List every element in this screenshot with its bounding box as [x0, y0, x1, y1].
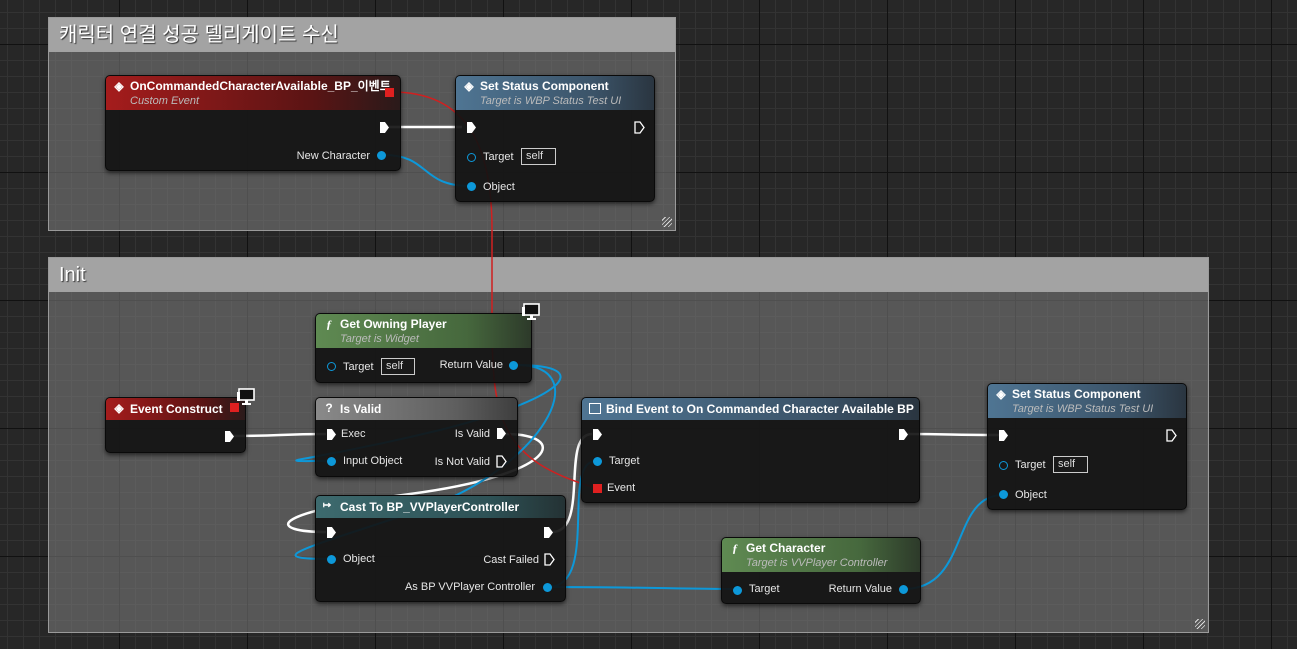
pin-label-cast-failed: Cast Failed: [483, 554, 539, 566]
cast-to-node[interactable]: ↦ Cast To BP_VVPlayerController Object C…: [315, 495, 566, 602]
target-input-pin[interactable]: [999, 461, 1008, 470]
target-default-field[interactable]: self: [1053, 456, 1088, 473]
pin-label-target: Target: [343, 361, 374, 373]
target-input-pin[interactable]: [593, 457, 602, 466]
node-header[interactable]: ◈ OnCommandedCharacterAvailable_BP_이벤트 C…: [106, 76, 400, 110]
node-header[interactable]: ◈ Event Construct: [106, 398, 245, 420]
exec-input-pin[interactable]: [327, 527, 336, 538]
pin-label-object: Object: [1015, 489, 1047, 501]
exec-output-pin[interactable]: [380, 122, 389, 133]
node-title: Set Status Component: [1012, 387, 1141, 401]
comment-title[interactable]: Init: [49, 258, 1208, 292]
pin-label-return-value: Return Value: [828, 583, 892, 595]
exec-input-pin[interactable]: [999, 430, 1008, 441]
is-valid-node[interactable]: ? Is Valid Exec Is Valid Input Object Is…: [315, 397, 518, 477]
cast-arrow-icon: ↦: [322, 500, 332, 511]
target-default-field[interactable]: self: [521, 148, 556, 165]
event-diamond-icon: ◈: [114, 401, 124, 415]
delegate-output-pin[interactable]: [385, 88, 394, 97]
node-header[interactable]: Bind Event to On Commanded Character Ava…: [582, 398, 919, 420]
target-default-field[interactable]: self: [381, 358, 415, 375]
exec-output-pin[interactable]: [634, 121, 645, 134]
pin-label-input-object: Input Object: [343, 455, 403, 467]
exec-output-pin[interactable]: [544, 527, 553, 538]
node-header[interactable]: ◈ Set Status Component Target is WBP Sta…: [988, 384, 1186, 418]
node-title: Set Status Component: [480, 79, 609, 93]
event-delegate-pin[interactable]: [593, 484, 602, 493]
object-input-pin[interactable]: [327, 555, 336, 564]
pin-label-target: Target: [609, 455, 640, 467]
resize-grip-icon[interactable]: [1195, 619, 1205, 629]
node-header[interactable]: ↦ Cast To BP_VVPlayerController: [316, 496, 565, 518]
pin-label-return-value: Return Value: [439, 359, 503, 371]
exec-output-pin[interactable]: [899, 429, 908, 440]
node-title: Event Construct: [130, 402, 223, 416]
event-diamond-icon: ◈: [114, 79, 124, 93]
pin-label-is-valid: Is Valid: [454, 428, 490, 440]
pin-label-exec: Exec: [341, 428, 366, 440]
resize-grip-icon[interactable]: [662, 217, 672, 227]
pin-label-target: Target: [749, 583, 780, 595]
set-status-component-node[interactable]: ◈ Set Status Component Target is WBP Sta…: [455, 75, 655, 202]
pin-label-event: Event: [607, 482, 636, 494]
pin-label-new-character: New Character: [296, 150, 370, 162]
object-input-pin[interactable]: [467, 182, 476, 191]
set-status-component-node[interactable]: ◈ Set Status Component Target is WBP Sta…: [987, 383, 1187, 510]
is-not-valid-output-pin[interactable]: [496, 455, 507, 468]
is-valid-output-pin[interactable]: [497, 428, 506, 439]
exec-input-pin[interactable]: [327, 429, 336, 440]
pin-label-object: Object: [483, 181, 515, 193]
cast-failed-output-pin[interactable]: [544, 553, 555, 566]
node-title: OnCommandedCharacterAvailable_BP_이벤트: [130, 79, 391, 93]
node-title: Is Valid: [340, 402, 382, 416]
pin-label-is-not-valid: Is Not Valid: [434, 456, 490, 468]
node-subtitle: Target is WBP Status Test UI: [480, 95, 622, 107]
bind-event-icon: [589, 403, 601, 414]
exec-input-pin[interactable]: [593, 429, 602, 440]
node-title: Get Character: [746, 541, 826, 555]
node-title: Bind Event to On Commanded Character Ava…: [606, 402, 914, 416]
input-object-pin[interactable]: [327, 457, 336, 466]
custom-event-node[interactable]: ◈ OnCommandedCharacterAvailable_BP_이벤트 C…: [105, 75, 401, 171]
object-input-pin[interactable]: [999, 490, 1008, 499]
event-construct-node[interactable]: ◈ Event Construct: [105, 397, 246, 453]
node-subtitle: Target is Widget: [340, 333, 419, 345]
monitor-icon: [522, 303, 540, 320]
node-subtitle: Target is WBP Status Test UI: [1012, 403, 1154, 415]
node-title: Get Owning Player: [340, 317, 447, 331]
get-owning-player-node[interactable]: ƒ Get Owning Player Target is Widget Tar…: [315, 313, 532, 383]
question-mark-icon: ?: [325, 401, 333, 415]
return-value-output-pin[interactable]: [899, 585, 908, 594]
node-subtitle: Target is VVPlayer Controller: [746, 557, 888, 569]
target-input-pin[interactable]: [733, 586, 742, 595]
monitor-icon: [237, 388, 255, 405]
new-character-output-pin[interactable]: [377, 151, 386, 160]
node-header[interactable]: ? Is Valid: [316, 398, 517, 420]
node-subtitle: Custom Event: [130, 95, 200, 107]
function-f-icon: ƒ: [326, 317, 332, 331]
pin-label-target: Target: [1015, 459, 1046, 471]
target-input-pin[interactable]: [327, 362, 336, 371]
function-diamond-icon: ◈: [996, 387, 1006, 401]
node-header[interactable]: ƒ Get Character Target is VVPlayer Contr…: [722, 538, 920, 572]
node-header[interactable]: ƒ Get Owning Player Target is Widget: [316, 314, 531, 348]
target-input-pin[interactable]: [467, 153, 476, 162]
get-character-node[interactable]: ƒ Get Character Target is VVPlayer Contr…: [721, 537, 921, 604]
comment-title[interactable]: 캐릭터 연결 성공 델리게이트 수신: [49, 18, 675, 52]
return-value-output-pin[interactable]: [509, 361, 518, 370]
function-diamond-icon: ◈: [464, 79, 474, 93]
node-header[interactable]: ◈ Set Status Component Target is WBP Sta…: [456, 76, 654, 110]
pin-label-target: Target: [483, 151, 514, 163]
function-f-icon: ƒ: [732, 541, 738, 555]
exec-output-pin[interactable]: [1166, 429, 1177, 442]
as-controller-output-pin[interactable]: [543, 583, 552, 592]
bind-event-node[interactable]: Bind Event to On Commanded Character Ava…: [581, 397, 920, 503]
pin-label-object: Object: [343, 553, 375, 565]
exec-input-pin[interactable]: [467, 122, 476, 133]
exec-output-pin[interactable]: [225, 431, 234, 442]
node-title: Cast To BP_VVPlayerController: [340, 500, 520, 514]
pin-label-as-controller: As BP VVPlayer Controller: [404, 581, 535, 593]
